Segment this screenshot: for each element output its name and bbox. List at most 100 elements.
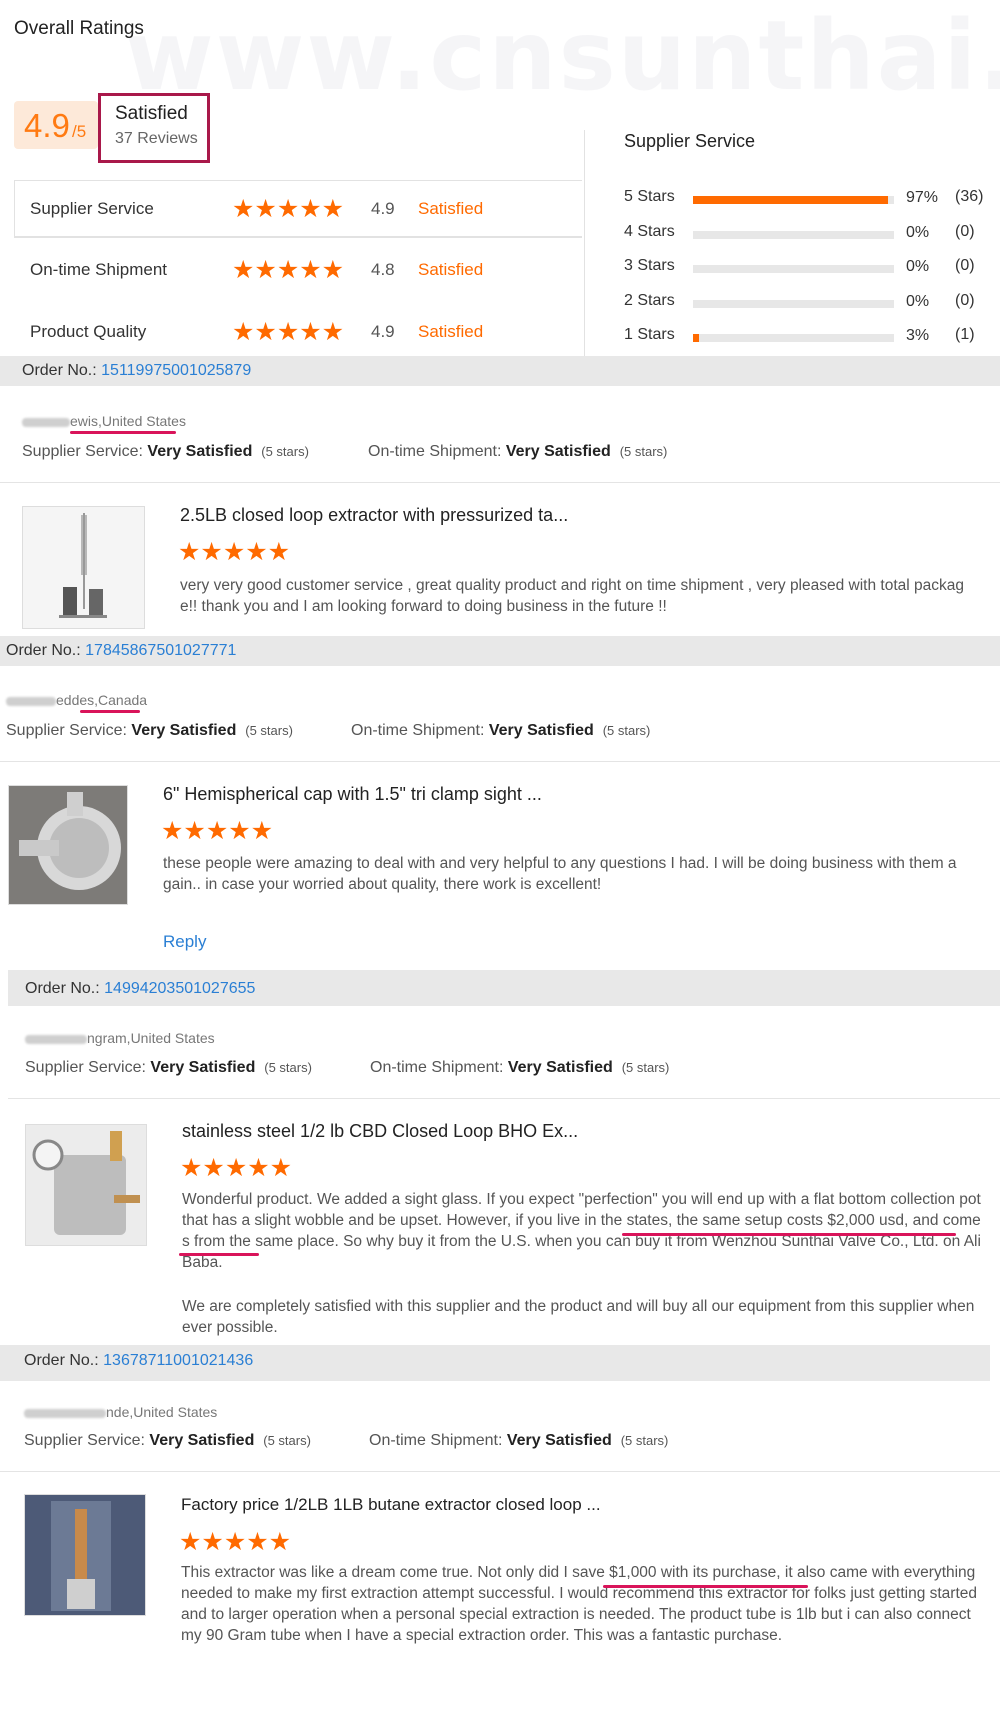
order-link[interactable]: 17845867501027771 — [85, 642, 236, 659]
distribution-bar — [693, 265, 894, 273]
underline-mark — [179, 1253, 259, 1256]
order-number: Order No.: 14994203501027655 — [25, 980, 255, 998]
order-number: Order No.: 13678711001021436 — [24, 1352, 253, 1370]
butane-extractor-image — [25, 1495, 145, 1615]
supplier-service-rating: Supplier Service: Very Satisfied (5 star… — [25, 1059, 312, 1076]
divider — [0, 761, 1000, 762]
order-number: Order No.: 17845867501027771 — [6, 642, 236, 660]
rating-value: 4.8 — [371, 260, 395, 279]
distribution-label: 5 Stars — [624, 188, 675, 205]
divider — [0, 482, 1000, 483]
shipment-rating: On-time Shipment: Very Satisfied (5 star… — [368, 443, 668, 460]
distribution-title: Supplier Service — [624, 131, 756, 151]
reply-link[interactable]: Reply — [163, 932, 206, 952]
review-text: This extractor was like a dream come tru… — [181, 1564, 978, 1644]
distribution-bar — [693, 230, 894, 239]
product-thumbnail[interactable] — [25, 1124, 147, 1246]
shipment-rating: On-time Shipment: Very Satisfied (5 star… — [370, 1059, 670, 1076]
redacted-name — [6, 696, 56, 706]
shipment-rating: On-time Shipment: Very Satisfied (5 star… — [351, 722, 651, 739]
review-stars: ★★★★★ — [180, 1154, 293, 1182]
buyer-location: ngram,United States — [87, 1030, 215, 1046]
rating-stars: ★★★★★ — [232, 256, 345, 284]
distribution-percent: 0% — [906, 223, 930, 241]
hemispherical-cap-image — [9, 786, 127, 904]
distribution-count: (1) — [955, 326, 975, 343]
review-text: very very good customer service , great … — [180, 577, 964, 615]
review-text-continued: We are completely satisfied with this su… — [182, 1298, 975, 1336]
distribution-count: (0) — [955, 257, 975, 274]
order-label: Order No.: — [25, 980, 100, 997]
supplier-service-rating: Supplier Service: Very Satisfied (5 star… — [6, 722, 293, 739]
review-text: Wonderful product. We added a sight glas… — [182, 1191, 981, 1271]
divider — [584, 130, 585, 363]
review-count[interactable]: 37 Reviews — [115, 130, 198, 148]
rating-text: Satisfied — [418, 322, 484, 341]
divider — [0, 1471, 1000, 1472]
distribution-count: (0) — [955, 222, 975, 240]
buyer-info: nde,United States — [24, 1404, 217, 1420]
distribution-percent: 3% — [906, 327, 930, 344]
distribution-bar — [693, 334, 894, 342]
product-thumbnail[interactable] — [22, 506, 145, 629]
review-stars: ★★★★★ — [178, 538, 291, 566]
buyer-info: eddes,Canada — [6, 692, 147, 708]
overall-ratings-title: Overall Ratings — [14, 18, 144, 39]
rating-text: Satisfied — [418, 199, 484, 218]
underline-mark — [70, 431, 176, 434]
review-text: these people were amazing to deal with a… — [163, 855, 957, 893]
distribution-count: (36) — [955, 188, 984, 205]
divider — [8, 1098, 1000, 1099]
product-thumbnail[interactable] — [24, 1494, 146, 1616]
distribution-bar-fill — [693, 196, 888, 204]
redacted-name — [24, 1408, 106, 1418]
redacted-name — [25, 1034, 87, 1044]
watermark: www.cnsunthai.com — [125, 0, 1000, 112]
distribution-bar — [693, 196, 894, 204]
review-stars: ★★★★★ — [179, 1528, 292, 1556]
buyer-location: ewis,United States — [70, 413, 186, 429]
distribution-label: 2 Stars — [624, 291, 675, 309]
product-title[interactable]: stainless steel 1/2 lb CBD Closed Loop B… — [182, 1121, 578, 1142]
rating-label: On-time Shipment — [30, 260, 167, 279]
order-link[interactable]: 13678711001021436 — [103, 1352, 253, 1369]
shipment-rating: On-time Shipment: Very Satisfied (5 star… — [369, 1432, 669, 1449]
supplier-service-rating: Supplier Service: Very Satisfied (5 star… — [24, 1432, 311, 1449]
distribution-percent: 97% — [906, 189, 939, 206]
product-title[interactable]: 6" Hemispherical cap with 1.5" tri clamp… — [163, 784, 542, 805]
underline-mark — [622, 1233, 956, 1236]
order-label: Order No.: — [6, 642, 81, 659]
order-label: Order No.: — [22, 362, 97, 379]
review-stars: ★★★★★ — [161, 817, 274, 845]
distribution-label: 4 Stars — [624, 222, 675, 240]
rating-label: Product Quality — [30, 322, 147, 341]
distribution-bar-fill — [693, 334, 700, 342]
distribution-label: 3 Stars — [624, 257, 675, 274]
supplier-service-rating: Supplier Service: Very Satisfied (5 star… — [22, 443, 309, 460]
extractor-image — [59, 513, 107, 618]
rating-stars: ★★★★★ — [232, 318, 345, 346]
buyer-location: eddes,Canada — [56, 692, 148, 708]
rating-text: Satisfied — [418, 260, 484, 279]
distribution-label: 1 Stars — [624, 326, 675, 343]
bho-extractor-image — [26, 1125, 146, 1245]
distribution-percent: 0% — [906, 292, 930, 310]
rating-label: Supplier Service — [30, 199, 154, 218]
redacted-name — [22, 417, 70, 427]
underline-mark — [603, 1585, 808, 1588]
buyer-info: ngram,United States — [25, 1030, 215, 1046]
overall-score: 4.9 — [24, 107, 70, 144]
distribution-bar — [693, 299, 894, 308]
product-thumbnail[interactable] — [8, 785, 128, 905]
order-link[interactable]: 14994203501027655 — [104, 980, 255, 997]
order-link[interactable]: 15119975001025879 — [101, 362, 251, 379]
distribution-percent: 0% — [906, 258, 930, 275]
rating-stars: ★★★★★ — [232, 195, 345, 223]
divider — [14, 237, 582, 238]
buyer-info: ewis,United States — [22, 413, 186, 429]
buyer-location: nde,United States — [106, 1404, 218, 1420]
product-title[interactable]: 2.5LB closed loop extractor with pressur… — [180, 505, 568, 526]
distribution-count: (0) — [955, 291, 975, 309]
overall-score-max: /5 — [72, 122, 87, 141]
product-title[interactable]: Factory price 1/2LB 1LB butane extractor… — [181, 1495, 601, 1515]
